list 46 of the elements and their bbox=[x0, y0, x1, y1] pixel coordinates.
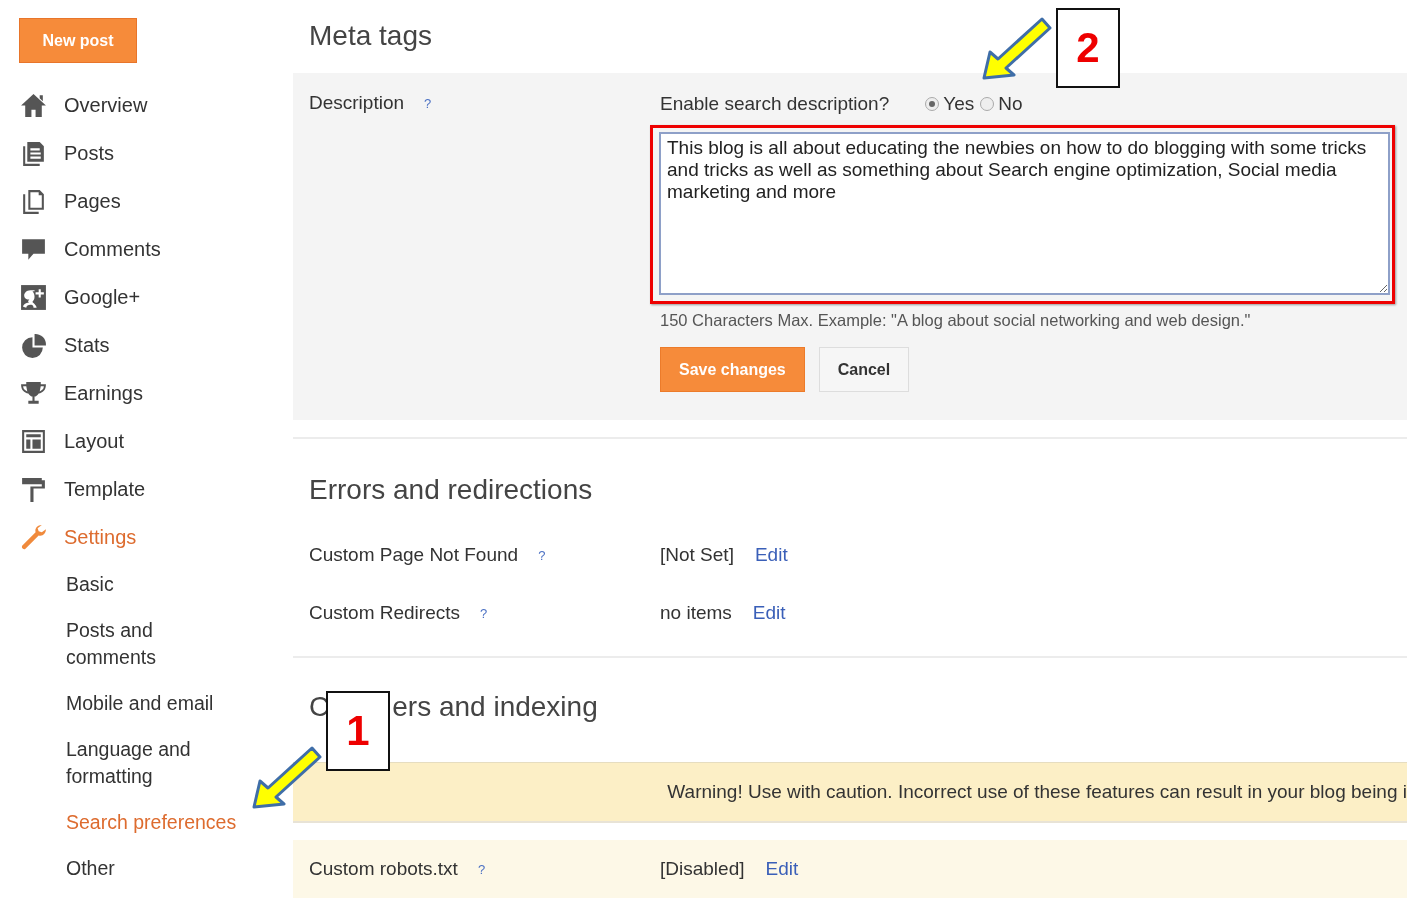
radio-label: No bbox=[998, 93, 1023, 115]
sidebar-item[interactable]: Overview bbox=[64, 93, 148, 117]
sidebar-item[interactable]: Template bbox=[64, 477, 146, 501]
edit-link[interactable]: Edit bbox=[765, 858, 799, 880]
sidebar-item[interactable]: Layout bbox=[64, 429, 125, 453]
google-plus-icon bbox=[19, 282, 48, 312]
callout-number: 1 bbox=[326, 691, 390, 771]
section-title: ers and indexing bbox=[392, 691, 598, 723]
sidebar-subitem[interactable]: Language and formatting bbox=[66, 726, 244, 799]
help-link[interactable]: ? bbox=[477, 862, 486, 878]
sidebar-subitem[interactable]: Basic bbox=[66, 561, 114, 607]
help-link[interactable]: ? bbox=[538, 548, 546, 564]
radio-button[interactable] bbox=[925, 97, 940, 111]
cancel-button[interactable]: Cancel bbox=[818, 347, 910, 392]
sidebar-item[interactable]: Posts bbox=[64, 141, 115, 165]
warning-text: Warning! Use with caution. Incorrect use of these features can result in your blog being i bbox=[667, 781, 1407, 803]
question-label: Enable search description? bbox=[660, 93, 890, 115]
help-link[interactable]: ? bbox=[424, 96, 432, 112]
edit-link[interactable]: Edit bbox=[754, 544, 788, 566]
callout-arrow bbox=[252, 746, 322, 809]
sidebar-item[interactable]: Google+ bbox=[64, 285, 141, 309]
edit-link[interactable]: Edit bbox=[752, 602, 786, 624]
radio-label: Yes bbox=[943, 93, 975, 115]
wrench-icon bbox=[19, 522, 48, 552]
field-label: Description bbox=[309, 92, 405, 113]
hint-text: 150 Characters Max. Example: "A blog about social networking and web design." bbox=[660, 311, 1252, 330]
help-link[interactable]: ? bbox=[480, 606, 488, 622]
sidebar-item[interactable]: Earnings bbox=[64, 381, 143, 405]
sidebar-subitem[interactable]: Other bbox=[66, 845, 115, 891]
setting-label: Custom Page Not Found bbox=[309, 544, 519, 565]
sidebar-item[interactable]: Stats bbox=[64, 333, 110, 357]
sidebar-subitem[interactable]: Mobile and email bbox=[66, 680, 214, 726]
callout-arrow bbox=[982, 17, 1052, 80]
radio-button[interactable] bbox=[980, 97, 995, 111]
section-title: Errors and redirections bbox=[309, 474, 593, 506]
sidebar-item[interactable]: Comments bbox=[64, 237, 161, 261]
sidebar-subitem[interactable]: Posts and comments bbox=[66, 607, 244, 680]
callout-number: 2 bbox=[1056, 8, 1120, 88]
setting-label: Custom robots.txt bbox=[309, 858, 458, 879]
setting-label: Custom Redirects bbox=[309, 602, 460, 623]
description-field[interactable]: This blog is all about educating the newbies on how to do blogging with some tricks and tricks as well as something about Search engine optimization, Social media marketing and more bbox=[659, 132, 1390, 295]
sidebar-item[interactable]: Pages bbox=[64, 189, 121, 213]
setting-value: no items bbox=[660, 602, 732, 624]
section-title: Meta tags bbox=[309, 20, 432, 52]
setting-value: [Not Set] bbox=[660, 544, 734, 566]
setting-value: [Disabled] bbox=[660, 858, 745, 880]
